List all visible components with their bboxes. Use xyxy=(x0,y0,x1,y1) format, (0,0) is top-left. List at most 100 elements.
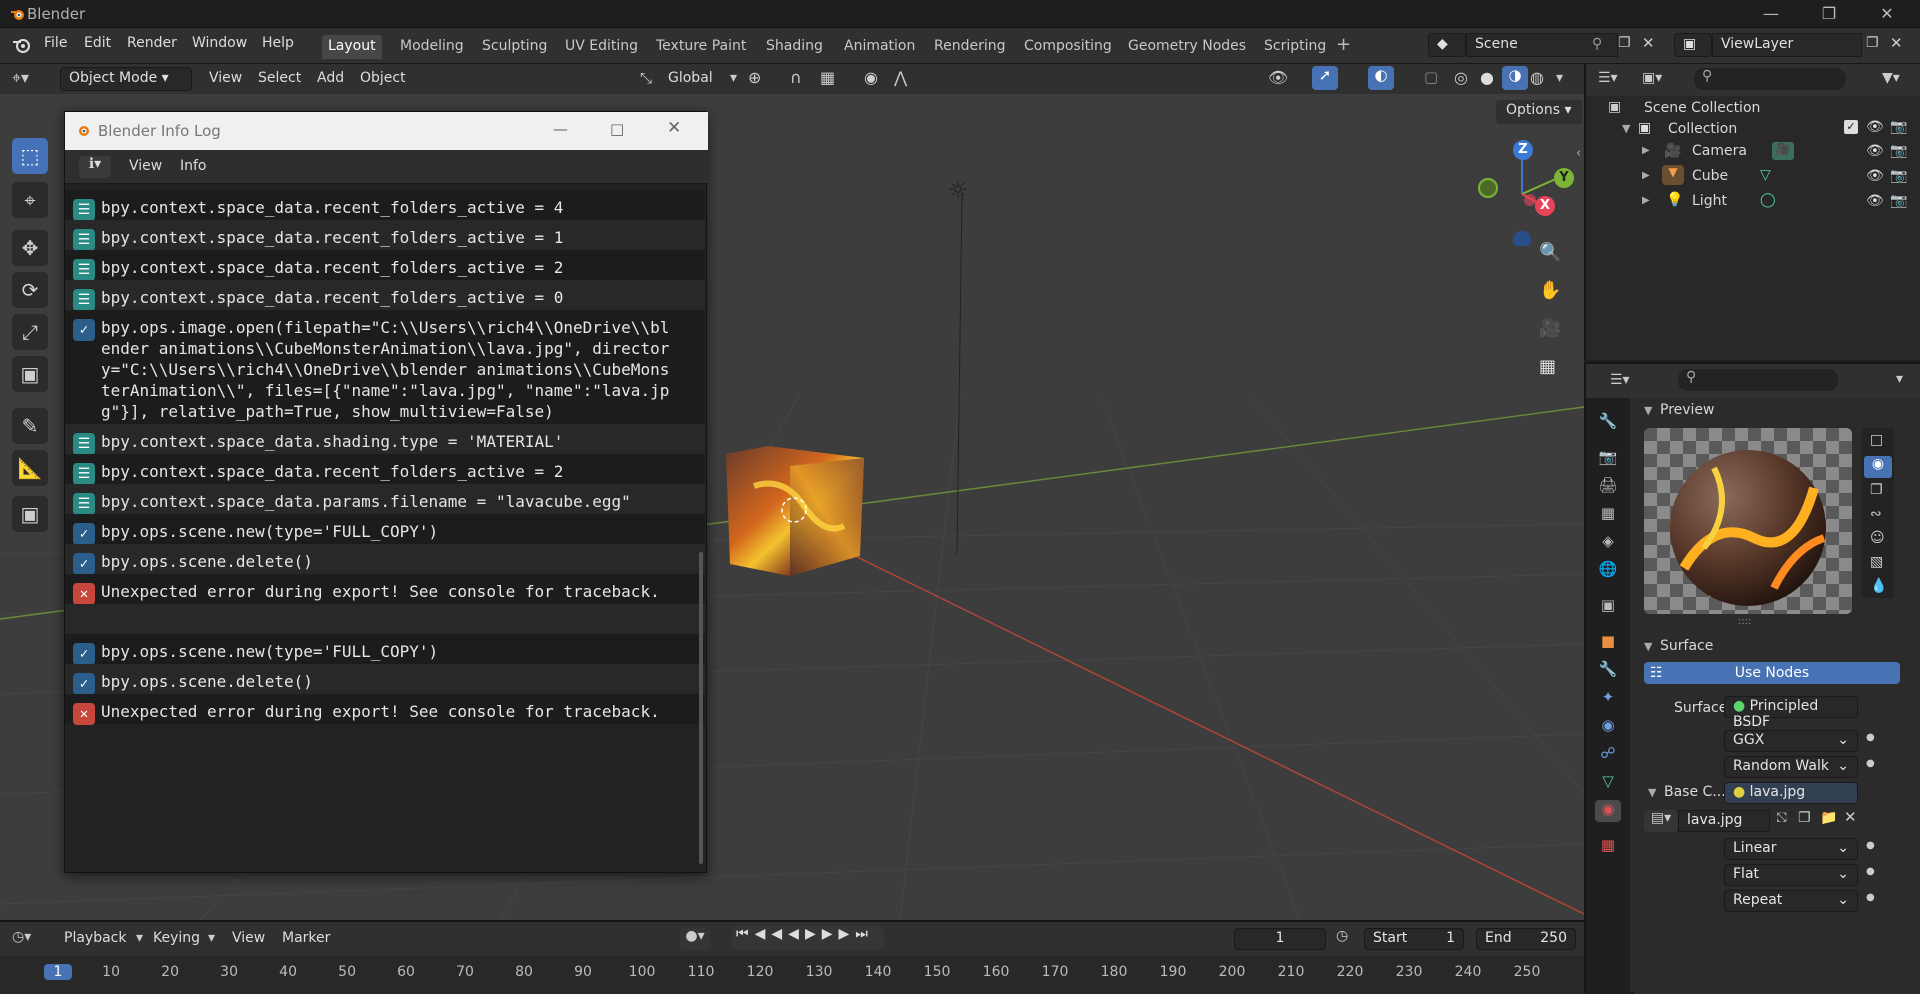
collection-tab-icon[interactable]: ▣ xyxy=(1597,596,1619,618)
scene-collection-label[interactable]: Scene Collection xyxy=(1644,100,1760,116)
physics-tab-icon[interactable]: ◉ xyxy=(1597,716,1619,738)
light-object-icon[interactable]: ☼ xyxy=(947,176,969,204)
texture-tab-icon[interactable]: ▦ xyxy=(1597,836,1619,858)
xray-toggle-icon[interactable]: ▢ xyxy=(1424,68,1438,86)
mesh-data-icon[interactable]: ▽ xyxy=(1760,167,1771,183)
light-render-icon[interactable]: 📷 xyxy=(1890,193,1907,209)
extension-dropdown[interactable]: Repeat ⌄ xyxy=(1724,890,1858,912)
gizmo-z-axis[interactable]: Z xyxy=(1513,140,1533,160)
auto-keying-icon[interactable]: ●▾ xyxy=(680,928,710,950)
shading-options-chevron-icon[interactable]: ▾ xyxy=(1556,70,1563,86)
viewlayer-name-field[interactable]: ViewLayer xyxy=(1712,33,1862,57)
perspective-toggle-icon[interactable]: ▦ xyxy=(1539,356,1556,377)
gizmo-toggle-icon[interactable]: ➚ xyxy=(1312,66,1338,90)
preview-monkey-icon[interactable]: ☺ xyxy=(1870,530,1885,546)
surface-shader-dropdown[interactable]: ● Principled BSDF xyxy=(1724,696,1858,730)
preview-cube-icon[interactable]: ❐ xyxy=(1870,482,1883,498)
camera-data-icon[interactable]: 🎥 xyxy=(1772,142,1794,160)
orientation-chevron-icon[interactable]: ▾ xyxy=(730,70,737,86)
log-entry-error[interactable]: ✕ Unexpected error during export! See con… xyxy=(65,574,705,605)
current-frame-marker[interactable]: 1 xyxy=(44,964,72,980)
subsurface-method-dropdown[interactable]: Random Walk ⌄ xyxy=(1724,756,1858,778)
tab-modeling[interactable]: Modeling xyxy=(394,35,470,59)
start-frame-field[interactable]: Start 1 xyxy=(1364,928,1464,950)
viewport-menu-select[interactable]: Select xyxy=(258,70,301,86)
fake-user-shield-icon[interactable]: ⛞ xyxy=(1776,810,1787,828)
render-tab-icon[interactable]: 📷 xyxy=(1597,448,1619,470)
image-name-field[interactable]: lava.jpg xyxy=(1678,810,1770,832)
menu-file[interactable]: File xyxy=(44,35,67,51)
solid-shading-icon[interactable]: ● xyxy=(1480,68,1494,87)
outliner-item-cube[interactable]: Cube xyxy=(1692,168,1728,184)
mode-dropdown[interactable]: Object Mode ▾ xyxy=(60,67,192,91)
display-mode-icon[interactable]: ▣▾ xyxy=(1642,70,1662,86)
minimize-button[interactable]: — xyxy=(1756,4,1786,24)
use-nodes-button[interactable]: ☷ Use Nodes xyxy=(1644,662,1900,684)
outliner-search-input[interactable]: ⚲ xyxy=(1694,68,1846,90)
rotate-tool-icon[interactable]: ⟳ xyxy=(12,272,48,308)
preview-panel-label[interactable]: Preview xyxy=(1660,402,1715,418)
surface-panel-label[interactable]: Surface xyxy=(1660,638,1713,654)
next-keyframe-icon[interactable]: ▶▶ xyxy=(822,926,856,942)
duplicate-image-icon[interactable]: ❐ xyxy=(1798,810,1811,826)
snap-icon[interactable]: ∩ xyxy=(790,68,802,87)
transform-tool-icon[interactable]: ▣ xyxy=(12,356,48,392)
interpolation-keyframe-dot[interactable]: ● xyxy=(1866,840,1875,851)
base-color-collapse-icon[interactable]: ▼ xyxy=(1648,786,1656,799)
tab-geometry-nodes[interactable]: Geometry Nodes xyxy=(1122,35,1252,59)
log-entry[interactable]: ✓ bpy.ops.image.open(filepath="C:\\Users\… xyxy=(65,310,705,424)
projection-keyframe-dot[interactable]: ● xyxy=(1866,866,1875,877)
delete-viewlayer-icon[interactable]: ✕ xyxy=(1890,34,1903,52)
camera-view-icon[interactable]: 🎥 xyxy=(1539,318,1561,339)
cube-visibility-icon[interactable]: 👁 xyxy=(1866,168,1884,184)
blender-menu-icon[interactable] xyxy=(12,36,32,58)
info-log-titlebar[interactable]: Blender Info Log — □ ✕ xyxy=(65,112,708,150)
viewport-menu-add[interactable]: Add xyxy=(317,70,344,86)
preview-collapse-icon[interactable]: ▼ xyxy=(1644,404,1652,417)
light-expand-icon[interactable]: ▶ xyxy=(1642,195,1650,206)
open-image-folder-icon[interactable]: 📁 xyxy=(1820,810,1837,826)
preview-range-clock-icon[interactable]: ◷ xyxy=(1336,928,1348,944)
collection-exclude-checkbox[interactable]: ✓ xyxy=(1844,120,1858,134)
overlays-toggle-icon[interactable]: ◐ xyxy=(1368,66,1394,90)
menu-window[interactable]: Window xyxy=(192,35,247,51)
visibility-icon[interactable]: 👁 xyxy=(1268,68,1288,87)
gizmo-x-axis[interactable]: X xyxy=(1535,196,1555,216)
navigation-gizmo[interactable]: Z Y X xyxy=(1472,136,1582,249)
viewport-options-dropdown[interactable]: Options ▾ xyxy=(1496,100,1582,124)
info-editor-icon[interactable]: ℹ▾ xyxy=(79,156,111,178)
select-box-tool-icon[interactable]: ⬚ xyxy=(12,138,48,174)
tab-layout[interactable]: Layout xyxy=(322,35,382,59)
interpolation-dropdown[interactable]: Linear ⌄ xyxy=(1724,838,1858,860)
log-entry[interactable]: ☰ bpy.context.space_data.recent_folders_a… xyxy=(65,280,705,311)
log-entry[interactable]: ☰ bpy.context.space_data.recent_folders_a… xyxy=(65,190,705,221)
collection-expand-icon[interactable]: ▼ xyxy=(1622,122,1630,135)
wireframe-shading-icon[interactable]: ◎ xyxy=(1454,68,1468,87)
tab-animation[interactable]: Animation xyxy=(838,35,921,59)
scale-tool-icon[interactable]: ⤢ xyxy=(12,314,48,350)
tab-shading[interactable]: Shading xyxy=(760,35,829,59)
outliner-item-light[interactable]: Light xyxy=(1692,193,1727,209)
collection-label[interactable]: Collection xyxy=(1668,121,1737,137)
timeline-menu-view[interactable]: View xyxy=(232,930,265,946)
log-entry[interactable]: ✓ bpy.ops.scene.delete() xyxy=(65,544,705,575)
preview-resize-handle[interactable]: :::: xyxy=(1738,616,1751,627)
properties-search-input[interactable]: ⚲ xyxy=(1678,369,1838,391)
log-entry[interactable]: ✓ bpy.ops.scene.delete() xyxy=(65,664,705,695)
preview-flat-icon[interactable]: □ xyxy=(1870,432,1883,448)
info-menu-view[interactable]: View xyxy=(129,158,162,174)
sidebar-toggle-chevron-icon[interactable]: ‹ xyxy=(1576,146,1581,161)
light-visibility-icon[interactable]: 👁 xyxy=(1866,193,1884,209)
tab-sculpting[interactable]: Sculpting xyxy=(476,35,553,59)
scene-selector-icon[interactable]: ◆ xyxy=(1428,33,1466,57)
distribution-dropdown[interactable]: GGX ⌄ xyxy=(1724,730,1858,752)
tab-uv-editing[interactable]: UV Editing xyxy=(559,35,644,59)
log-entry[interactable]: ✓ bpy.ops.scene.new(type='FULL_COPY') xyxy=(65,634,705,665)
tab-texture-paint[interactable]: Texture Paint xyxy=(650,35,752,59)
preview-fluid-icon[interactable]: 💧 xyxy=(1870,578,1887,594)
log-entry-error[interactable]: ✕ Unexpected error during export! See con… xyxy=(65,694,705,725)
material-tab-icon[interactable]: ◉ xyxy=(1595,800,1621,822)
preview-hair-icon[interactable]: ∾ xyxy=(1870,506,1882,522)
current-frame-field[interactable]: 1 xyxy=(1234,928,1326,950)
delete-scene-icon[interactable]: ✕ xyxy=(1642,34,1655,52)
